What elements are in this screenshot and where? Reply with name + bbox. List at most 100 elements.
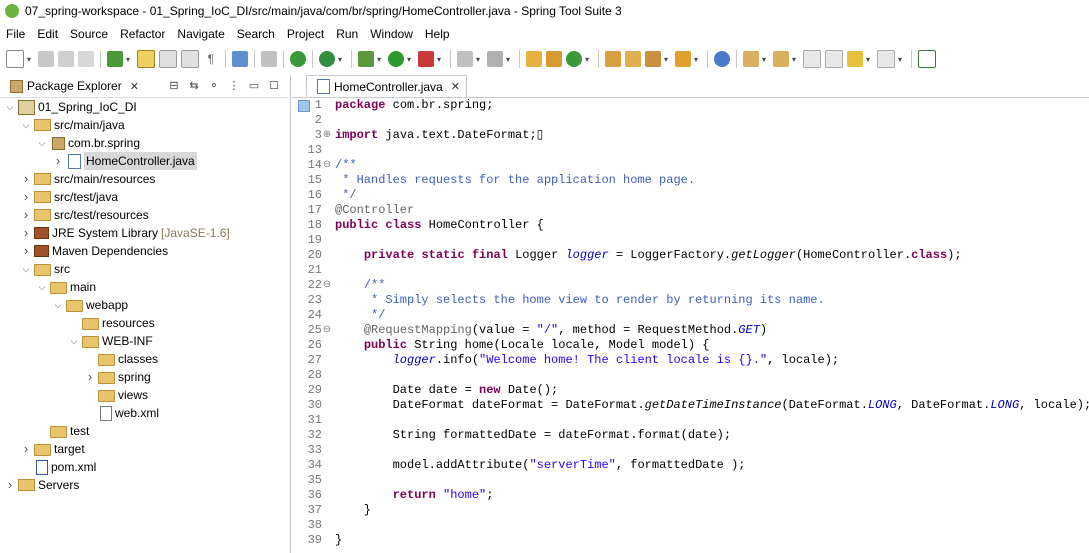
menu-refactor[interactable]: Refactor (114, 24, 171, 44)
stop-dropdown-icon[interactable]: ▾ (475, 55, 481, 64)
last-edit-location-icon[interactable] (803, 50, 821, 68)
back-arrow-icon[interactable] (847, 51, 863, 67)
menu-window[interactable]: Window (364, 24, 419, 44)
menu-navigate[interactable]: Navigate (171, 24, 230, 44)
tree-item[interactable]: classes (0, 350, 290, 368)
expand-fold-icon[interactable]: ⊕ (322, 128, 332, 143)
previous-annotation-dropdown-icon[interactable]: ▾ (791, 55, 797, 64)
forward-dropdown-icon[interactable]: ▾ (897, 55, 903, 64)
menu-search[interactable]: Search (231, 24, 281, 44)
chevron-down-icon[interactable]: ⌵ (20, 116, 32, 134)
chevron-down-icon[interactable]: ⌵ (20, 260, 32, 278)
external-tools-dropdown-icon[interactable]: ▾ (436, 55, 442, 64)
run-icon[interactable] (388, 51, 404, 67)
launch-icon[interactable] (645, 51, 661, 67)
view-menu-icon[interactable]: ⋮ (227, 79, 241, 93)
chevron-right-icon[interactable]: › (20, 242, 32, 260)
save-all-icon[interactable] (58, 51, 74, 67)
spring-dashboard-icon[interactable] (319, 51, 335, 67)
chevron-right-icon[interactable]: › (84, 368, 96, 386)
back-dropdown-icon[interactable]: ▾ (865, 55, 871, 64)
new-java-project-icon[interactable] (526, 51, 542, 67)
console-icon[interactable] (232, 51, 248, 67)
tab-home-controller[interactable]: HomeController.java ✕ (306, 75, 467, 97)
tree-item[interactable]: › target (0, 440, 290, 458)
launch-dropdown-icon[interactable]: ▾ (663, 55, 669, 64)
open-type-icon[interactable] (107, 51, 123, 67)
new-dropdown-icon[interactable]: ▾ (26, 55, 32, 64)
tab-package-explorer[interactable]: Package Explorer ✕ (0, 75, 143, 97)
open-perspective-icon[interactable] (918, 50, 936, 68)
chevron-right-icon[interactable]: › (20, 440, 32, 458)
open-type-dropdown-icon[interactable]: ▾ (125, 55, 131, 64)
collapse-fold-icon[interactable]: ⊖ (322, 158, 332, 173)
next-annotation-dropdown-icon[interactable]: ▾ (761, 55, 767, 64)
tree-item[interactable]: › JRE System Library [JavaSE-1.6] (0, 224, 290, 242)
show-whitespace-icon[interactable] (159, 50, 177, 68)
code-editor[interactable]: 1 package com.br.spring; 2 3 ⊕ import java.te… (292, 98, 1089, 548)
servers-dropdown-icon[interactable]: ▾ (505, 55, 511, 64)
web-browser-icon[interactable] (714, 51, 730, 67)
servers-icon[interactable] (487, 51, 503, 67)
chevron-down-icon[interactable]: ⌵ (52, 296, 64, 314)
run-external-tools-icon[interactable] (418, 51, 434, 67)
next-annotation-icon[interactable] (743, 51, 759, 67)
tree-item[interactable]: › src/main/resources (0, 170, 290, 188)
open-folder-icon[interactable] (625, 51, 641, 67)
menu-file[interactable]: File (0, 24, 31, 44)
tree-item[interactable]: ⌵ WEB-INF (0, 332, 290, 350)
tree-item[interactable]: ⌵ src (0, 260, 290, 278)
debug-dropdown-icon[interactable]: ▾ (376, 55, 382, 64)
collapse-fold-icon[interactable]: ⊖ (322, 278, 332, 293)
chevron-right-icon[interactable]: › (20, 188, 32, 206)
close-icon[interactable]: ✕ (451, 80, 460, 93)
tree-item[interactable]: test (0, 422, 290, 440)
minimize-icon[interactable]: ▭ (247, 79, 261, 93)
tree-item[interactable]: › HomeController.java (0, 152, 290, 170)
tree-item[interactable]: › src/test/resources (0, 206, 290, 224)
tree-item[interactable]: web.xml (0, 404, 290, 422)
filters-icon[interactable]: ⚬ (207, 79, 221, 93)
tree-item[interactable]: ⌵ 01_Spring_IoC_DI (0, 98, 290, 116)
spring-dropdown-icon[interactable]: ▾ (337, 55, 343, 64)
menu-run[interactable]: Run (330, 24, 364, 44)
menu-source[interactable]: Source (64, 24, 114, 44)
chevron-down-icon[interactable]: ⌵ (4, 98, 16, 116)
stop-icon[interactable] (457, 51, 473, 67)
chevron-right-icon[interactable]: › (4, 476, 16, 494)
new-icon[interactable] (6, 50, 24, 68)
pilcrow-icon[interactable]: ¶ (203, 51, 219, 67)
chevron-right-icon[interactable]: › (20, 206, 32, 224)
close-icon[interactable]: ✕ (130, 80, 139, 93)
chevron-down-icon[interactable]: ⌵ (36, 278, 48, 296)
menu-help[interactable]: Help (419, 24, 456, 44)
tree-item[interactable]: ⌵ main (0, 278, 290, 296)
collapse-fold-icon[interactable]: ⊖ (322, 323, 332, 338)
spring-boot-icon[interactable] (290, 51, 306, 67)
forward-edit-location-icon[interactable] (825, 50, 843, 68)
tree-item[interactable]: › Servers (0, 476, 290, 494)
tree-item[interactable]: › spring (0, 368, 290, 386)
new-class-dropdown-icon[interactable]: ▾ (584, 55, 590, 64)
tree-item[interactable]: › Maven Dependencies (0, 242, 290, 260)
tree-item[interactable]: resources (0, 314, 290, 332)
open-project-icon[interactable] (605, 51, 621, 67)
print-icon[interactable] (78, 51, 94, 67)
open-task-icon[interactable] (675, 51, 691, 67)
chevron-down-icon[interactable]: ⌵ (68, 332, 80, 350)
new-package-icon[interactable] (546, 51, 562, 67)
tree-item[interactable]: ⌵ webapp (0, 296, 290, 314)
chevron-right-icon[interactable]: › (20, 170, 32, 188)
forward-arrow-icon[interactable] (877, 50, 895, 68)
link-with-editor-icon[interactable]: ⇆ (187, 79, 201, 93)
tree-item[interactable]: ⌵ src/main/java (0, 116, 290, 134)
task-dropdown-icon[interactable]: ▾ (693, 55, 699, 64)
tree-item[interactable]: pom.xml (0, 458, 290, 476)
maximize-icon[interactable]: ☐ (267, 79, 281, 93)
menu-edit[interactable]: Edit (31, 24, 64, 44)
new-class-icon[interactable] (566, 51, 582, 67)
toggle-mark-occurrences-icon[interactable] (137, 50, 155, 68)
previous-annotation-icon[interactable] (773, 51, 789, 67)
chevron-right-icon[interactable]: › (20, 224, 32, 242)
debug-icon[interactable] (358, 51, 374, 67)
